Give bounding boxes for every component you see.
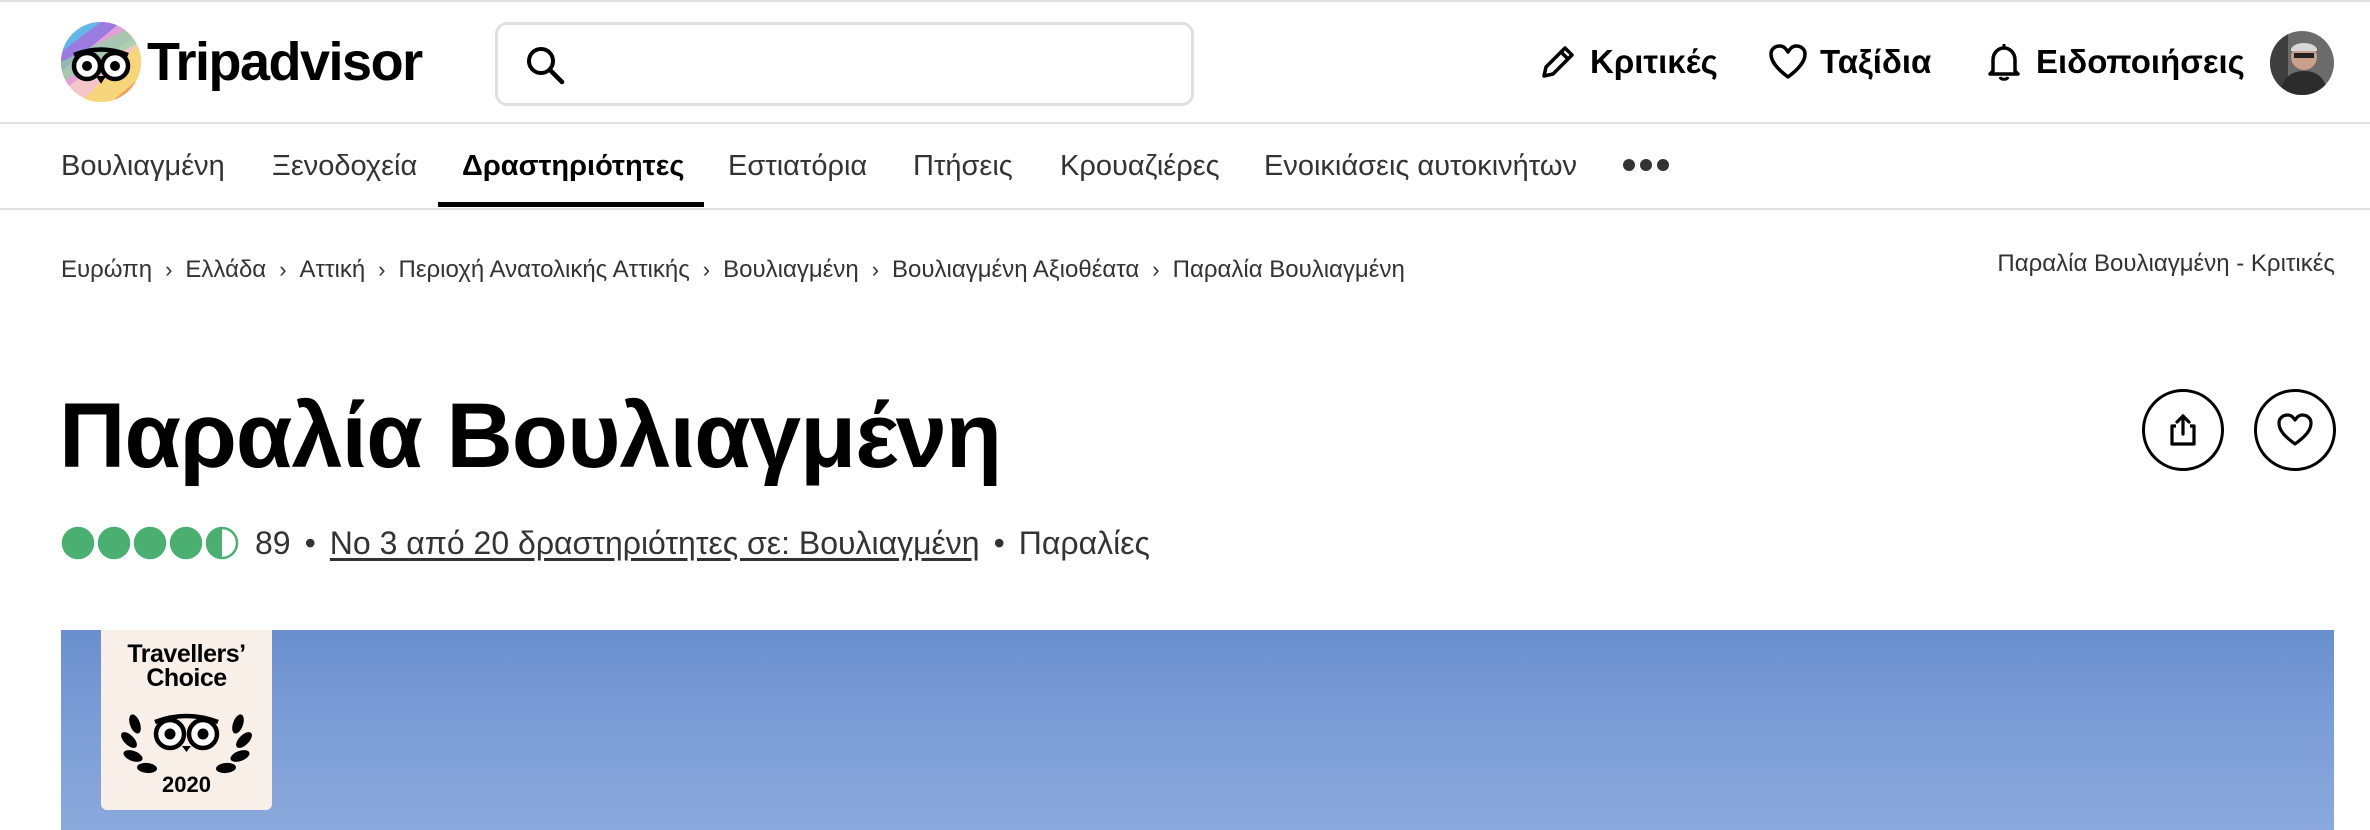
user-avatar[interactable]: [2270, 31, 2334, 95]
subnav-label: Κρουαζιέρες: [1060, 149, 1220, 182]
rating-bubble-icon: [133, 526, 167, 560]
chevron-right-icon: ›: [378, 257, 386, 282]
subnav-item-restaurants[interactable]: Εστιατόρια: [728, 124, 867, 208]
chevron-right-icon: ›: [165, 257, 173, 282]
search-input[interactable]: [582, 33, 1172, 95]
notifications-label: Ειδοποιήσεις: [2036, 43, 2245, 80]
share-button[interactable]: [2142, 389, 2224, 471]
reviews-label: Κριτικές: [1590, 43, 1718, 80]
category-label: Παραλίες: [1018, 524, 1150, 561]
brand-name: Tripadvisor: [147, 32, 423, 92]
tripadvisor-logo[interactable]: Tripadvisor: [61, 22, 423, 102]
top-header: Tripadvisor Κριτικές Ταξίδια Ειδοποιήσει…: [0, 0, 2370, 124]
subnav-item-area[interactable]: Βουλιαγμένη: [61, 124, 225, 208]
rating-bubble-icon: [169, 526, 203, 560]
heart-icon: [1769, 44, 1807, 79]
breadcrumb-current: Παραλία Βουλιαγμένη: [1172, 256, 1405, 283]
separator-dot: •: [304, 524, 316, 561]
secondary-nav: Βουλιαγμένη Ξενοδοχεία Δραστηριότητες Εσ…: [0, 124, 2370, 210]
hero-photo[interactable]: [61, 630, 2334, 830]
breadcrumb-link[interactable]: Ευρώπη: [61, 256, 152, 284]
rating-bubble-icon: [97, 526, 131, 560]
subnav-label: Δραστηριότητες: [462, 149, 685, 182]
reviews-link[interactable]: Κριτικές: [1536, 40, 1718, 84]
breadcrumb-link[interactable]: Βουλιαγμένη: [723, 256, 859, 284]
trips-label: Ταξίδια: [1820, 43, 1932, 80]
subnav-item-flights[interactable]: Πτήσεις: [913, 124, 1013, 208]
badge-year: 2020: [162, 772, 211, 797]
chevron-right-icon: ›: [279, 257, 287, 282]
badge-line-2: Choice: [146, 664, 227, 692]
trips-link[interactable]: Ταξίδια: [1766, 40, 1931, 84]
active-tab-indicator: [438, 202, 704, 207]
subnav-item-car-rentals[interactable]: Ενοικιάσεις αυτοκινήτων: [1264, 124, 1577, 208]
subnav-label: Ξενοδοχεία: [272, 149, 418, 182]
travellers-choice-badge: Travellers’ Choice 2020: [101, 630, 272, 810]
subnav-label: Πτήσεις: [913, 149, 1013, 182]
more-options-icon[interactable]: [1622, 155, 1670, 175]
breadcrumb-link[interactable]: Περιοχή Ανατολικής Αττικής: [399, 256, 690, 284]
rating-bubble-icon: [61, 526, 95, 560]
rating-summary: 89 • Νο 3 από 20 δραστηριότητες σε: Βουλ…: [61, 522, 1150, 564]
subnav-item-activities[interactable]: Δραστηριότητες: [462, 124, 684, 208]
breadcrumb-link[interactable]: Αττική: [300, 256, 366, 284]
subnav-label: Βουλιαγμένη: [61, 149, 225, 182]
save-to-trip-button[interactable]: [2254, 389, 2336, 471]
breadcrumb: Ευρώπη › Ελλάδα › Αττική › Περιοχή Ανατο…: [61, 256, 1405, 284]
share-icon: [2170, 414, 2196, 446]
subnav-item-hotels[interactable]: Ξενοδοχεία: [272, 124, 417, 208]
separator-dot: •: [993, 524, 1005, 561]
chevron-right-icon: ›: [702, 257, 711, 282]
rating-bubbles[interactable]: [61, 526, 241, 560]
page-title: Παραλία Βουλιαγμένη: [59, 385, 1002, 487]
subnav-label: Εστιατόρια: [728, 149, 868, 182]
breadcrumb-link[interactable]: Ελλάδα: [185, 256, 266, 284]
rating-bubble-icon: [205, 526, 239, 560]
bell-icon: [1988, 44, 2020, 81]
subnav-item-cruises[interactable]: Κρουαζιέρες: [1060, 124, 1220, 208]
review-count[interactable]: 89: [255, 525, 291, 562]
tripadvisor-owl-icon: [61, 22, 141, 102]
search-box[interactable]: [495, 22, 1194, 106]
subnav-label: Ενοικιάσεις αυτοκινήτων: [1264, 149, 1577, 182]
chevron-right-icon: ›: [871, 257, 880, 282]
page-reviews-heading: Παραλία Βουλιαγμένη - Κριτικές: [1997, 250, 2335, 277]
pencil-icon: [1542, 46, 1574, 78]
ranking-link[interactable]: Νο 3 από 20 δραστηριότητες σε: Βουλιαγμέ…: [330, 525, 980, 562]
heart-icon: [2277, 413, 2313, 446]
search-icon: [527, 47, 565, 85]
notifications-link[interactable]: Ειδοποιήσεις: [1982, 40, 2245, 84]
laurel-owl-icon: [121, 713, 252, 774]
avatar-photo-icon: [2270, 31, 2334, 95]
chevron-right-icon: ›: [1152, 257, 1160, 282]
breadcrumb-link[interactable]: Βουλιαγμένη Αξιοθέατα: [892, 256, 1139, 284]
